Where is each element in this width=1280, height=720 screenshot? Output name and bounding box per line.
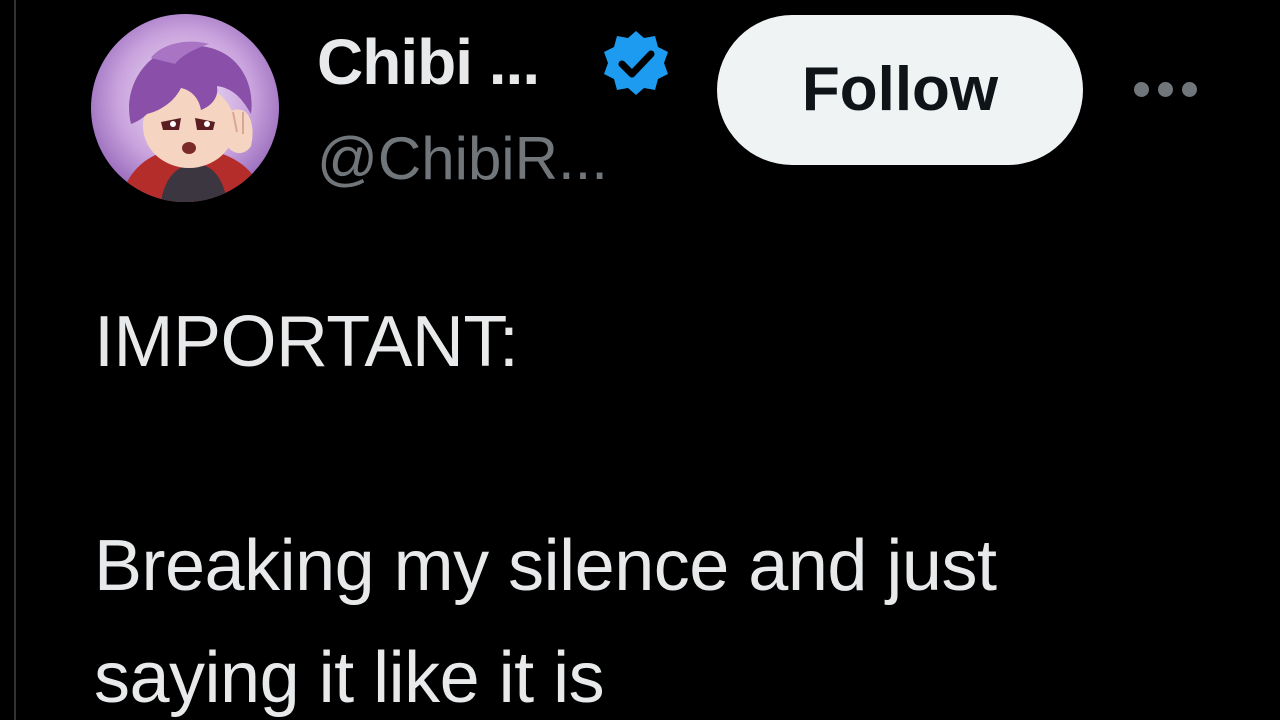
more-dot xyxy=(1157,81,1173,97)
display-name[interactable]: Chibi ... xyxy=(317,26,540,98)
tweet-heading: IMPORTANT: xyxy=(94,302,519,382)
more-dot xyxy=(1181,81,1197,97)
tweet-card: Chibi ... @ChibiR... Follow IMPORTANT: B… xyxy=(0,0,1280,720)
avatar-illustration xyxy=(91,14,279,202)
more-dot xyxy=(1133,81,1149,97)
user-handle[interactable]: @ChibiR... xyxy=(317,123,608,195)
tweet-body: Breaking my silence and just saying it l… xyxy=(94,526,997,718)
follow-button[interactable]: Follow xyxy=(717,15,1083,165)
verified-badge-icon xyxy=(604,31,668,95)
tweet-text: IMPORTANT: Breaking my silence and just … xyxy=(94,286,1194,720)
more-horizontal-icon[interactable] xyxy=(1122,66,1208,112)
avatar[interactable] xyxy=(91,14,279,202)
timeline-divider xyxy=(14,0,16,720)
